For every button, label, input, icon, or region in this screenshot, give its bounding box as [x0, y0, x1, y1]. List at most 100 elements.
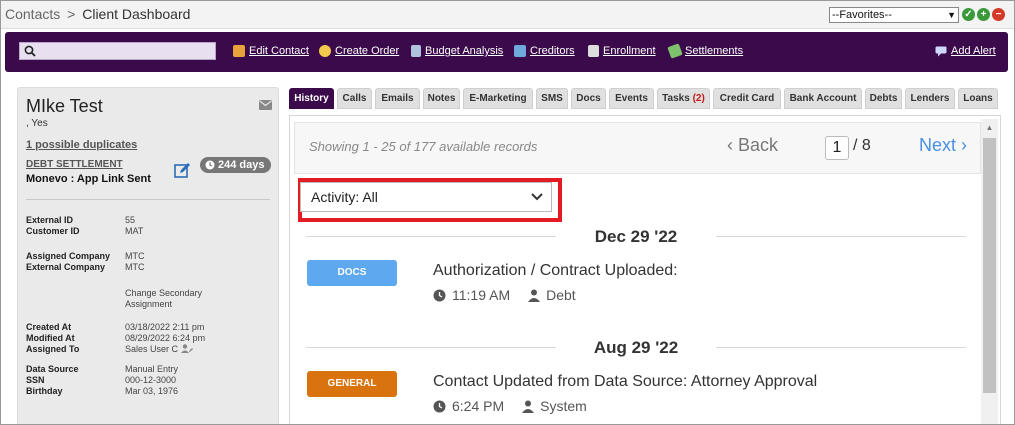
tab-notes[interactable]: Notes [423, 88, 460, 109]
tab-e-marketing[interactable]: E-Marketing [463, 88, 533, 109]
event-meta: 11:19 AM Debt [433, 287, 576, 303]
clock-icon [205, 160, 215, 170]
next-label: Next [919, 135, 957, 155]
tab-tasks[interactable]: Tasks (2) [657, 88, 710, 109]
tab-events[interactable]: Events [609, 88, 654, 109]
tab-docs[interactable]: Docs [571, 88, 606, 109]
breadcrumb: Contacts > Client Dashboard [5, 6, 190, 22]
action-toolbar: Edit Contact Create Order Budget Analysi… [5, 32, 1008, 72]
contact-summary-panel: MIke Test , Yes 1 possible duplicates DE… [17, 87, 279, 424]
tab-credit-card[interactable]: Credit Card [713, 88, 781, 109]
assigned-user: Sales User C [125, 344, 179, 354]
title-bar: Contacts > Client Dashboard --Favorites-… [1, 1, 1014, 29]
tab-sms[interactable]: SMS [536, 88, 568, 109]
edit-contact-label: Edit Contact [249, 45, 309, 57]
date-label: Aug 29 '22 [593, 338, 679, 357]
enrollment-icon [588, 45, 599, 57]
tab-debts[interactable]: Debts [865, 88, 902, 109]
event-user: System [540, 398, 587, 414]
days-badge-label: 244 days [218, 159, 265, 171]
add-alert-button[interactable]: Add Alert [935, 45, 996, 57]
budget-analysis-button[interactable]: Budget Analysis [411, 45, 503, 57]
create-order-label: Create Order [335, 45, 400, 57]
chevron-right-icon: › [961, 135, 968, 155]
back-button[interactable]: ‹ Back [727, 135, 778, 156]
back-label: Back [738, 135, 779, 155]
chevron-left-icon: ‹ [727, 135, 733, 155]
event-title: Contact Updated from Data Source: Attorn… [433, 373, 818, 390]
settlements-button[interactable]: Settlements [667, 43, 744, 59]
event-time: 6:24 PM [452, 398, 505, 414]
contact-subtitle: , Yes [26, 118, 48, 129]
history-panel: Showing 1 - 25 of 177 available records … [289, 115, 1001, 424]
creditors-label: Creditors [530, 45, 575, 57]
activity-filter-value: Activity: All [311, 189, 378, 205]
creditors-icon [514, 45, 526, 57]
enrollment-button[interactable]: Enrollment [588, 45, 656, 57]
tab-history[interactable]: History [289, 88, 334, 109]
favorites-selected: --Favorites-- [832, 9, 892, 21]
event-title: Authorization / Contract Uploaded: [433, 262, 678, 279]
plus-icon[interactable]: + [977, 8, 990, 21]
budget-analysis-label: Budget Analysis [425, 45, 504, 57]
user-edit-icon[interactable] [180, 344, 193, 353]
event-meta: 6:24 PM System [433, 398, 587, 414]
next-button[interactable]: Next › [919, 135, 967, 156]
program-link[interactable]: DEBT SETTLEMENT [26, 159, 123, 170]
contact-status: Monevo : App Link Sent [26, 173, 151, 185]
event-type-badge: GENERAL [307, 371, 397, 397]
contact-name: MIke Test [26, 96, 103, 116]
tab-calls[interactable]: Calls [337, 88, 372, 109]
search-input[interactable] [19, 42, 216, 60]
tab-bank-account[interactable]: Bank Account [784, 88, 862, 109]
chevron-down-icon [531, 193, 543, 201]
tab-tasks-count: (2) [692, 93, 705, 104]
user-icon [528, 289, 541, 302]
clock-icon [433, 289, 446, 301]
search-icon [24, 45, 36, 57]
records-count: Showing 1 - 25 of 177 available records [309, 139, 538, 154]
client-dashboard-window: Contacts > Client Dashboard --Favorites-… [0, 0, 1015, 425]
edit-icon[interactable] [174, 162, 191, 179]
edit-contact-button[interactable]: Edit Contact [233, 45, 309, 57]
tab-emails[interactable]: Emails [375, 88, 420, 109]
enrollment-label: Enrollment [603, 45, 656, 57]
event-time: 11:19 AM [452, 287, 511, 303]
check-icon[interactable]: ✓ [962, 8, 975, 21]
date-label: Dec 29 '22 [594, 227, 678, 246]
create-order-button[interactable]: Create Order [319, 45, 399, 57]
page-number-input[interactable]: 1 [825, 136, 849, 160]
activity-filter-select[interactable]: Activity: All [300, 182, 552, 212]
chevron-down-icon: ▼ [947, 10, 956, 20]
favorites-select[interactable]: --Favorites-- ▼ [829, 7, 959, 23]
user-icon [522, 400, 535, 413]
breadcrumb-contacts[interactable]: Contacts [5, 6, 60, 22]
page-title: Client Dashboard [82, 6, 191, 22]
scrollbar-thumb[interactable] [983, 138, 996, 393]
date-separator: Aug 29 '22 [306, 338, 966, 358]
tab-lenders[interactable]: Lenders [905, 88, 955, 109]
tab-loans[interactable]: Loans [958, 88, 998, 109]
edit-contact-icon [233, 45, 245, 57]
add-alert-label: Add Alert [951, 45, 996, 57]
page-total: / 8 [853, 137, 871, 154]
mail-icon[interactable] [259, 100, 272, 110]
scroll-up-arrow[interactable]: ▲ [981, 121, 998, 135]
chat-bubble-icon [935, 46, 947, 56]
divider [26, 199, 270, 200]
create-order-icon [319, 45, 331, 57]
event-user: Debt [546, 287, 576, 303]
pagination-bar: Showing 1 - 25 of 177 available records … [294, 122, 981, 174]
calculator-icon [411, 45, 421, 57]
settlements-label: Settlements [685, 45, 744, 57]
tab-tasks-label: Tasks [662, 93, 690, 104]
creditors-button[interactable]: Creditors [514, 45, 575, 57]
days-badge: 244 days [200, 157, 272, 173]
date-separator: Dec 29 '22 [306, 227, 966, 247]
breadcrumb-separator: > [67, 6, 76, 22]
duplicates-link[interactable]: 1 possible duplicates [26, 139, 137, 151]
money-icon [667, 43, 683, 59]
clock-icon [433, 400, 446, 412]
event-type-badge: DOCS [307, 260, 397, 286]
minus-icon[interactable]: − [992, 8, 1005, 21]
